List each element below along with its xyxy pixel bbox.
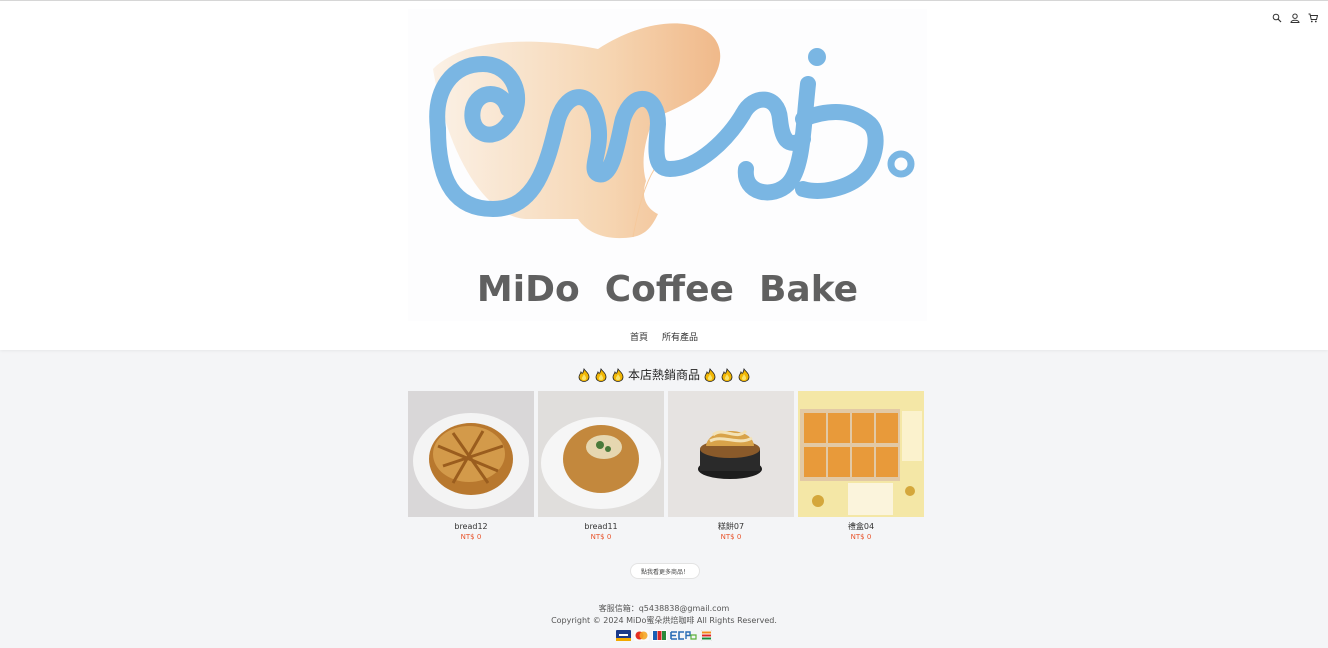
- product-price: NT$ 0: [590, 533, 612, 541]
- fire-emoji-icon: [737, 367, 751, 382]
- header-icons: [1272, 13, 1318, 23]
- product-image-bread11[interactable]: [538, 391, 664, 517]
- product-price: NT$ 0: [850, 533, 872, 541]
- contact-email: 客服信箱：q5438838@gmail.com: [598, 604, 730, 613]
- nav-item-home[interactable]: 首頁: [630, 330, 648, 343]
- site-logo[interactable]: MiDo Coffee Bake: [408, 9, 927, 321]
- product-grid: bread12 NT$ 0 bread11 NT$ 0 糕餅07 NT$ 0 禮…: [408, 391, 924, 542]
- copyright: Copyright © 2024 MiDo蜜朵烘焙咖啡 All Rights R…: [551, 616, 777, 625]
- product-card[interactable]: 糕餅07 NT$ 0: [668, 391, 794, 542]
- fire-emoji-icon: [720, 367, 734, 382]
- product-image-giftbox04[interactable]: [798, 391, 924, 517]
- user-icon[interactable]: [1290, 13, 1300, 23]
- product-image-bread12[interactable]: [408, 391, 534, 517]
- product-name[interactable]: bread12: [408, 522, 534, 532]
- fire-emoji-icon: [577, 367, 591, 382]
- fire-emoji-icon: [611, 367, 625, 382]
- jcb-icon: [652, 630, 667, 641]
- site-header: MiDo Coffee Bake 首頁 所有產品: [0, 1, 1328, 350]
- hot-products-heading: 本店熱銷商品: [0, 366, 1328, 383]
- search-icon[interactable]: [1272, 13, 1282, 23]
- payment-methods: [0, 630, 1328, 641]
- fire-emoji-icon: [703, 367, 717, 382]
- product-name[interactable]: bread11: [538, 522, 664, 532]
- main-nav: 首頁 所有產品: [0, 330, 1328, 343]
- product-price: NT$ 0: [460, 533, 482, 541]
- product-card[interactable]: 禮盒04 NT$ 0: [798, 391, 924, 542]
- ecpay-icon: [670, 630, 698, 641]
- product-card[interactable]: bread11 NT$ 0: [538, 391, 664, 542]
- seven-eleven-icon: [701, 630, 712, 641]
- product-price: NT$ 0: [720, 533, 742, 541]
- fire-emoji-icon: [594, 367, 608, 382]
- site-footer: 客服信箱：q5438838@gmail.com Copyright © 2024…: [0, 603, 1328, 641]
- logo-wordmark: MiDo Coffee Bake: [477, 269, 858, 310]
- product-card[interactable]: bread12 NT$ 0: [408, 391, 534, 542]
- product-name[interactable]: 禮盒04: [798, 522, 924, 532]
- visa-icon: [616, 630, 631, 641]
- product-image-pastry07[interactable]: [668, 391, 794, 517]
- view-more-button[interactable]: 點我看更多商品！: [630, 563, 700, 579]
- mastercard-icon: [634, 630, 649, 641]
- product-name[interactable]: 糕餅07: [668, 522, 794, 532]
- nav-item-all-products[interactable]: 所有產品: [662, 330, 698, 343]
- section-title-text: 本店熱銷商品: [627, 368, 700, 382]
- cart-icon[interactable]: [1308, 13, 1318, 23]
